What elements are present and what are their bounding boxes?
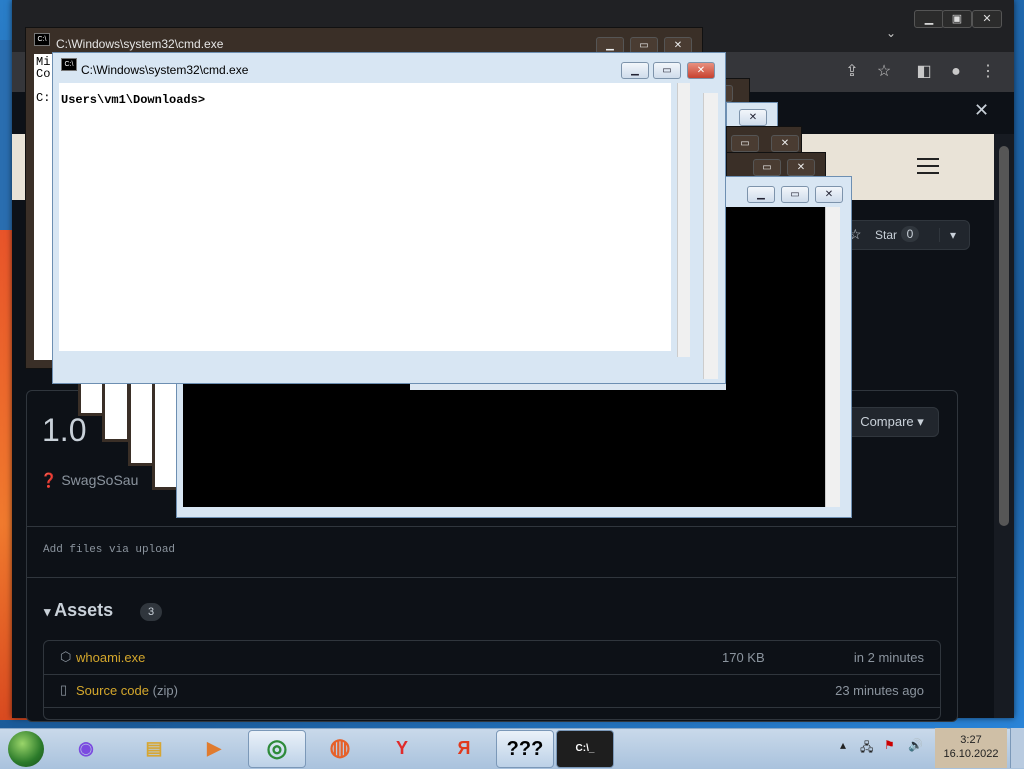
tab-search-chevron-icon[interactable]: ⌄ [886, 26, 896, 40]
close-icon[interactable]: ✕ [815, 186, 843, 203]
close-icon[interactable]: ✕ [771, 135, 799, 152]
star-button[interactable]: ☆ Star 0 ▾ [838, 220, 970, 250]
clock-date: 16.10.2022 [943, 748, 999, 760]
window-title: C:\Windows\system32\cmd.exe [81, 63, 249, 77]
commit-message: Add files via upload [43, 544, 176, 556]
asset-time: 23 minutes ago [835, 683, 924, 698]
volume-icon[interactable]: 🔊 [908, 738, 923, 752]
release-version: 1.0 [42, 412, 87, 448]
asset-size: 170 KB [722, 650, 765, 665]
compare-button[interactable]: Compare ▾ [845, 407, 939, 437]
close-icon[interactable]: ✕ [687, 62, 715, 79]
minimize-icon[interactable]: ▁ [914, 10, 944, 28]
show-desktop-button[interactable] [1010, 728, 1024, 768]
console-output: Mi Co C: [36, 55, 51, 105]
maximize-icon[interactable]: ▭ [731, 135, 759, 152]
flag-icon[interactable]: ⚑ [884, 738, 895, 752]
cmd-window-front: C:\ C:\Windows\system32\cmd.exe ▁ ▭ ✕ Us… [52, 52, 726, 384]
star-dropdown-icon[interactable]: ▾ [939, 228, 956, 242]
maximize-icon[interactable]: ▣ [942, 10, 972, 28]
more-menu-icon[interactable]: ⋮ [976, 60, 1000, 84]
page-scrollbar[interactable] [994, 134, 1014, 718]
star-count: 0 [901, 226, 919, 242]
close-icon[interactable]: ✕ [787, 159, 815, 176]
star-label: Star [875, 228, 898, 242]
assets-toggle[interactable]: ▾ Assets [44, 600, 113, 621]
console-prompt: Users\vm1\Downloads> [61, 93, 206, 107]
file-zip-icon: ▯ [60, 682, 68, 697]
cmd-icon: C:\ [61, 58, 77, 71]
menu-icon[interactable] [917, 158, 939, 179]
cmd-icon[interactable]: C:\_ [556, 730, 614, 768]
release-author[interactable]: ❓ SwagSoSau [40, 472, 138, 489]
unknown-app-icon[interactable]: ??? [496, 730, 554, 768]
avatar: ❓ [40, 472, 58, 488]
close-icon[interactable]: ✕ [739, 109, 767, 126]
maximize-icon[interactable]: ▭ [653, 62, 681, 79]
yandex-browser-icon[interactable]: Y [374, 730, 430, 766]
network-icon[interactable]: 🖧 [860, 738, 873, 759]
minimize-icon[interactable]: ▁ [621, 62, 649, 79]
system-clock[interactable]: 3:27 16.10.2022 [935, 728, 1007, 768]
tray-expand-icon[interactable]: ▴ [840, 738, 846, 752]
assets-count-badge: 3 [140, 603, 162, 621]
clock-time: 3:27 [960, 734, 982, 746]
assets-list: ⬡ whoami.exe 170 KB in 2 minutes ▯ Sourc… [43, 640, 941, 720]
bookmark-star-icon[interactable]: ☆ [872, 60, 896, 84]
minimize-icon[interactable]: ▁ [747, 186, 775, 203]
folder-icon[interactable]: ▤ [126, 730, 182, 766]
yandex-icon[interactable]: Я [436, 730, 492, 766]
side-panel-icon[interactable]: ◧ [912, 60, 936, 84]
cmd-scrollbar[interactable] [825, 207, 840, 507]
list-item: ⬡ whoami.exe 170 KB in 2 minutes [44, 641, 940, 675]
scrollbar-thumb[interactable] [999, 146, 1009, 526]
cmd-scrollbar[interactable] [677, 83, 690, 357]
firefox-icon[interactable]: ◍ [312, 730, 368, 766]
profile-icon[interactable]: ● [944, 60, 968, 84]
chrome-icon[interactable]: ◎ [248, 730, 306, 768]
maximize-icon[interactable]: ▭ [781, 186, 809, 203]
share-icon[interactable]: ⇪ [840, 60, 864, 84]
start-button[interactable] [8, 731, 44, 767]
asset-link[interactable]: Source code (zip) [76, 683, 178, 698]
caret-down-icon: ▾ [44, 604, 55, 619]
window-title: C:\Windows\system32\cmd.exe [56, 37, 224, 51]
cmd-console[interactable]: Users\vm1\Downloads> [59, 83, 671, 351]
divider [26, 577, 956, 578]
package-icon: ⬡ [60, 649, 72, 664]
asset-link[interactable]: whoami.exe [76, 650, 145, 665]
chevron-down-icon: ▾ [917, 414, 924, 429]
media-player-icon[interactable]: ▶ [186, 730, 242, 766]
list-item: ▯ Source code (zip) 23 minutes ago [44, 674, 940, 708]
divider [26, 526, 956, 527]
dismiss-icon[interactable]: ✕ [974, 100, 989, 121]
alice-icon[interactable]: ◉ [58, 730, 114, 766]
cmd-icon: C:\ [34, 33, 50, 46]
close-icon[interactable]: ✕ [972, 10, 1002, 28]
outer-scrollbar[interactable] [703, 93, 718, 379]
maximize-icon[interactable]: ▭ [753, 159, 781, 176]
asset-time: in 2 minutes [853, 650, 924, 665]
